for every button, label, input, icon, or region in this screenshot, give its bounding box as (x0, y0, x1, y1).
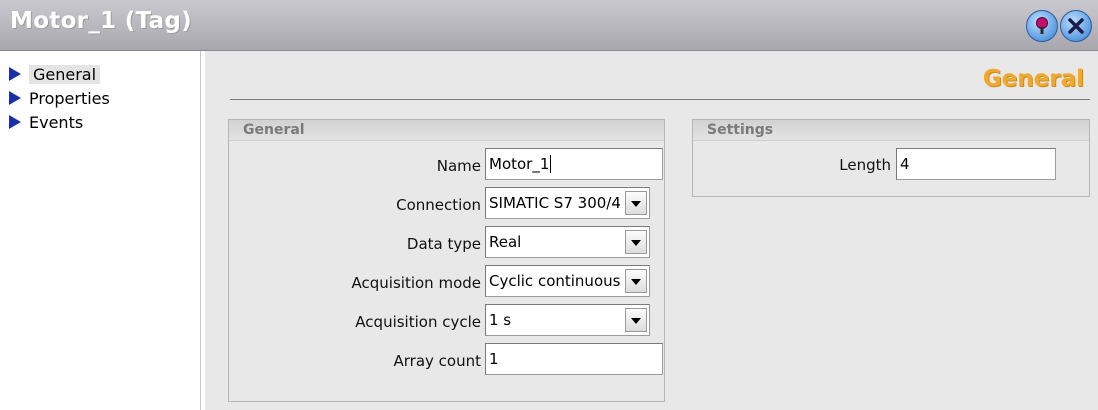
length-field[interactable]: 4 (896, 148, 1056, 180)
arraycount-label: Array count (393, 352, 482, 370)
group-title: General (229, 120, 664, 141)
nav-item-label: General (29, 64, 101, 84)
datatype-value: Real (489, 233, 522, 251)
length-label: Length (839, 156, 891, 174)
window-title: Motor_1 (Tag) (10, 8, 192, 34)
acqcycle-label: Acquisition cycle (355, 313, 481, 331)
nav-item-label: Properties (29, 88, 110, 108)
chevron-down-icon[interactable] (625, 308, 647, 332)
arraycount-field[interactable]: 1 (485, 343, 663, 375)
nav-item-properties[interactable]: Properties (8, 87, 110, 109)
group-title: Settings (693, 120, 1089, 141)
title-bar: Motor_1 (Tag) (0, 0, 1098, 51)
connection-value: SIMATIC S7 300/4 (489, 194, 621, 212)
main-header: General (230, 61, 1090, 100)
nav-item-events[interactable]: Events (8, 111, 83, 133)
nav-arrow-icon (9, 91, 21, 105)
chevron-down-icon[interactable] (625, 230, 647, 254)
chevron-down-icon[interactable] (625, 191, 647, 215)
length-value: 4 (900, 155, 910, 173)
acqmode-select[interactable]: Cyclic continuous (485, 265, 650, 297)
help-icon (1036, 17, 1048, 34)
nav-item-label: Events (29, 112, 84, 132)
page-title: General (982, 66, 1084, 92)
nav-item-general[interactable]: General (8, 63, 101, 85)
datatype-select[interactable]: Real (485, 226, 650, 258)
name-field[interactable]: Motor_1 (485, 148, 663, 180)
close-icon (1068, 18, 1084, 34)
chevron-down-icon[interactable] (625, 269, 647, 293)
acqmode-value: Cyclic continuous (489, 272, 621, 290)
general-group: General Name Motor_1 Connection SIMATIC … (228, 119, 665, 402)
settings-group: Settings Length 4 (692, 119, 1090, 197)
acqmode-label: Acquisition mode (351, 274, 481, 292)
acqcycle-value: 1 s (489, 311, 512, 329)
main-panel: General General Name Motor_1 Connection … (205, 51, 1098, 410)
arraycount-value: 1 (489, 350, 499, 368)
left-nav: General Properties Events (0, 51, 201, 410)
connection-label: Connection (396, 196, 481, 214)
name-value: Motor_1 (489, 155, 550, 173)
nav-arrow-icon (9, 67, 21, 81)
close-button[interactable] (1060, 10, 1092, 42)
nav-arrow-icon (9, 115, 21, 129)
help-button[interactable] (1026, 10, 1058, 42)
datatype-label: Data type (406, 235, 481, 253)
connection-select[interactable]: SIMATIC S7 300/4 (485, 187, 650, 219)
name-label: Name (436, 157, 481, 175)
acqcycle-select[interactable]: 1 s (485, 304, 650, 336)
